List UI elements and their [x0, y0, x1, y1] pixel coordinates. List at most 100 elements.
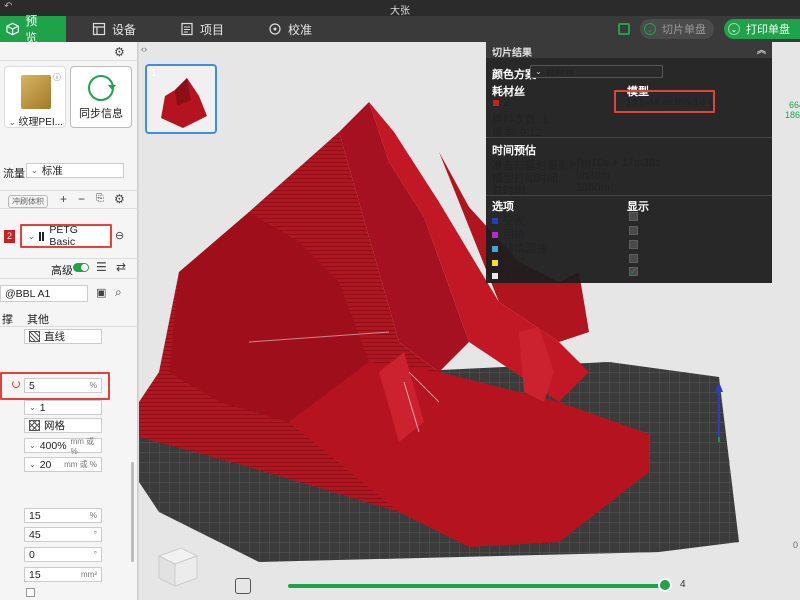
process-name: @BBL A1 — [5, 287, 51, 300]
legend-swatch — [492, 273, 498, 280]
sync-info-label: 同步信息 — [79, 108, 123, 120]
legend-wipe-checkbox[interactable] — [629, 254, 638, 263]
legend-swatch — [492, 246, 498, 253]
color-scheme-select[interactable]: ⌄ 耗材丝 — [530, 65, 663, 79]
view-cube[interactable] — [151, 540, 201, 590]
legend-deretract-checkbox[interactable] — [629, 240, 638, 249]
chevron-down-icon: ⌄ — [29, 460, 36, 469]
tab-preview-label: 预览 — [25, 14, 38, 45]
grid-pattern-icon — [29, 420, 40, 431]
tab-device[interactable]: 设备 — [92, 16, 136, 42]
toolbar-actions: ⌄ 切片单盘 ⌄ 打印单盘 — [618, 19, 800, 39]
value-45-unit: ° — [93, 530, 97, 539]
tab-device-label: 设备 — [112, 22, 137, 37]
chevron-down-icon: ⌄ — [29, 403, 36, 412]
legend-seam: 缝 — [492, 267, 514, 283]
layer-slider-handle[interactable] — [658, 578, 672, 592]
model-time-value: 9h36m — [576, 170, 610, 182]
legend-travel-checkbox[interactable] — [629, 212, 638, 221]
value-400: 400% — [39, 439, 67, 452]
chevron-down-icon[interactable]: ⌄ — [728, 23, 740, 35]
angle-input[interactable]: 45 ° — [24, 527, 102, 542]
collapse-up-icon[interactable]: ︽ — [757, 43, 766, 56]
wall-count-input[interactable]: ⌄ 1 — [24, 400, 102, 415]
filament-settings-icon[interactable]: ⚙ — [114, 192, 125, 206]
option-checkbox[interactable] — [26, 588, 35, 597]
value-15b-unit: mm² — [81, 570, 97, 579]
flow-value: 标准 — [41, 165, 63, 177]
side-readout-bottom: 186 — [785, 110, 800, 120]
layer-slider-value: 4 — [680, 579, 686, 590]
print-plate-button[interactable]: ⌄ 打印单盘 — [724, 19, 800, 39]
legend-seam-checkbox[interactable]: ✓ — [629, 267, 638, 276]
color-scheme-value: 耗材丝 — [545, 67, 575, 79]
flush-volume-button[interactable]: 冲刷体积 — [8, 195, 48, 208]
tab-calibration[interactable]: 校准 — [268, 16, 312, 42]
search-icon[interactable]: ⌕ — [115, 285, 122, 300]
advanced-label: 高级 — [51, 265, 73, 277]
offset-angle-input[interactable]: 0 ° — [24, 547, 102, 562]
filament-swatch — [493, 100, 499, 107]
distance-input[interactable]: ⌄ 20 mm 或 % — [24, 457, 102, 472]
divider — [0, 326, 138, 327]
tab-project-label: 项目 — [200, 22, 225, 37]
results-title: 切片结果 — [492, 48, 532, 59]
list-icon[interactable]: ☰ — [96, 260, 107, 274]
area-input[interactable]: 15 mm² — [24, 567, 102, 582]
advanced-toggle[interactable] — [73, 263, 89, 272]
filament-sync-icon[interactable]: ⎘ — [96, 193, 104, 204]
compare-icon[interactable]: ⇄ — [116, 260, 126, 274]
total-time-value: 10h0m — [576, 182, 610, 194]
left-settings-panel: ⚙ ⓘ ⌄ 纹理PEI... 同步信息 流量 ⌄ 标准 冲刷体积 + − ⎘ ⚙… — [0, 42, 138, 600]
legend-retract-checkbox[interactable] — [629, 226, 638, 235]
plate-layout-icon[interactable] — [618, 23, 630, 35]
value-400-unit: mm 或 % — [70, 436, 95, 456]
print-plate-label: 打印单盘 — [746, 24, 790, 36]
plate-type-card[interactable]: ⓘ ⌄ 纹理PEI... — [4, 66, 66, 128]
divider — [486, 195, 772, 196]
pattern-select-grid[interactable]: 网格 — [24, 418, 102, 433]
divider — [0, 208, 138, 209]
wall-count-value: 1 — [39, 401, 46, 414]
threshold-input[interactable]: 15 % — [24, 508, 102, 523]
gear-icon[interactable]: ⚙ — [114, 45, 125, 59]
cube-icon — [6, 22, 19, 36]
info-icon[interactable]: ⓘ — [53, 72, 61, 83]
time-title: 时间预估 — [492, 145, 536, 157]
tab-preview[interactable]: 预览 — [0, 14, 66, 45]
window-title: 大张 — [390, 6, 410, 17]
results-header: 切片结果 ︽ — [486, 42, 772, 59]
divider — [0, 190, 138, 191]
remove-icon[interactable]: − — [78, 192, 85, 206]
project-icon — [181, 22, 193, 36]
tab-support[interactable]: 撑 — [2, 311, 13, 327]
flow-select[interactable]: ⌄ 标准 — [26, 163, 124, 178]
highlight-box — [20, 224, 112, 248]
value-0-unit: ° — [93, 550, 97, 559]
legend-swatch — [492, 232, 498, 239]
tab-project[interactable]: 项目 — [180, 16, 224, 42]
slice-plate-button[interactable]: ⌄ 切片单盘 — [640, 19, 714, 39]
tab-calibration-label: 校准 — [288, 22, 313, 37]
calibration-icon — [269, 23, 281, 35]
pattern-select-line[interactable]: 直线 — [24, 329, 102, 344]
chevron-down-icon[interactable]: ⌄ — [644, 23, 656, 35]
process-select[interactable]: @BBL A1 — [0, 285, 88, 302]
divider — [0, 278, 138, 279]
panel-scrollbar[interactable] — [131, 462, 134, 562]
plate-texture-image — [21, 75, 51, 109]
value-45: 45 — [29, 528, 41, 541]
filament-more-icon[interactable]: ⊖ — [115, 229, 124, 242]
divider — [0, 60, 138, 61]
focus-icon[interactable] — [235, 578, 251, 594]
layer-slider-track[interactable] — [288, 584, 668, 588]
value-15a: 15 — [29, 509, 41, 522]
percent-input[interactable]: ⌄ 400% mm 或 % — [24, 436, 102, 456]
filament-row: 2 — [493, 97, 510, 109]
sync-info-button[interactable]: 同步信息 — [70, 66, 132, 128]
tab-other[interactable]: 其他 — [27, 311, 49, 327]
add-icon[interactable]: + — [60, 192, 67, 206]
highlight-box — [614, 90, 715, 113]
flow-label: 流量 — [3, 168, 25, 180]
save-icon[interactable]: ▣ — [96, 286, 106, 299]
